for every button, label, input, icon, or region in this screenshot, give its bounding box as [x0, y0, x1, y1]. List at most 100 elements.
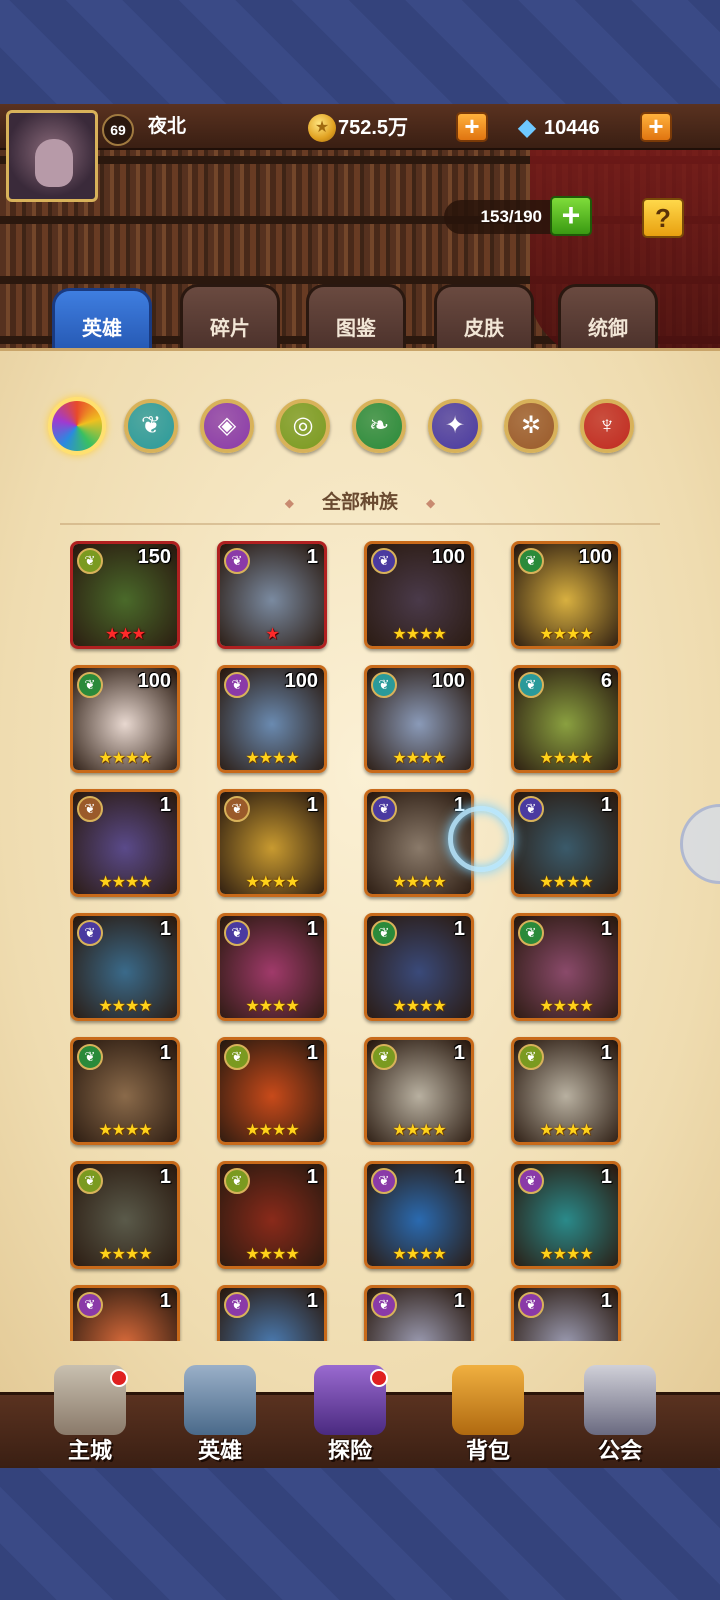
- hero-card[interactable]: ❦ 1 ★★★★: [217, 1037, 327, 1145]
- hero-card[interactable]: ❦ 1 ★★★★: [217, 1161, 327, 1269]
- hero-stars: ★★★★: [539, 1246, 593, 1263]
- hero-level: 1: [306, 546, 318, 568]
- tab-2[interactable]: 图鉴: [306, 284, 406, 358]
- hero-card[interactable]: ❦ 1 ★★★★: [364, 1037, 474, 1145]
- hero-level: 1: [600, 794, 612, 816]
- hero-stars: ★★★★: [98, 750, 152, 767]
- hero-card[interactable]: ❦ 1 ★★★★: [511, 1037, 621, 1145]
- notification-dot: [370, 1369, 388, 1387]
- all-factions-icon[interactable]: [48, 397, 106, 455]
- mystic-faction-icon: ❦: [224, 672, 250, 698]
- hero-card[interactable]: ❦ 1 ★★★★: [70, 913, 180, 1021]
- hero-stars: ★★★★: [539, 998, 593, 1015]
- abyss-faction-icon: ❦: [224, 920, 250, 946]
- hero-level: 150: [137, 546, 171, 568]
- hero-stars: ★★★★: [245, 1122, 299, 1139]
- hero-card[interactable]: ❦ 6 ★★★★: [511, 665, 621, 773]
- hero-level: 100: [431, 670, 465, 692]
- shadow-faction-icon: ❦: [224, 1044, 250, 1070]
- fortress-faction-icon[interactable]: ❧: [352, 399, 406, 453]
- hero-level: 100: [137, 670, 171, 692]
- hero-card[interactable]: ❦ 150 ★★★: [70, 541, 180, 649]
- help-button[interactable]: ?: [642, 198, 684, 238]
- hero-card[interactable]: ❦ 100 ★★★★: [217, 665, 327, 773]
- hero-level: 100: [284, 670, 318, 692]
- hero-level: 1: [453, 1042, 465, 1064]
- abyss-faction-icon: ❦: [371, 796, 397, 822]
- nav-backpack[interactable]: 背包: [428, 1365, 548, 1468]
- abyss-faction-icon: ❦: [518, 796, 544, 822]
- hero-card[interactable]: ❦ 100 ★★★★: [364, 665, 474, 773]
- gold-amount: 752.5万: [338, 117, 409, 139]
- hero-card[interactable]: ❦ 1 ★★★★: [217, 789, 327, 897]
- hero-level: 1: [600, 918, 612, 940]
- hero-level: 1: [306, 918, 318, 940]
- hero-card[interactable]: ❦ 1 ★★★★: [511, 789, 621, 897]
- tab-3[interactable]: 皮肤: [434, 284, 534, 358]
- hero-card[interactable]: ❦ 1: [364, 1285, 474, 1341]
- nav-guild-tower[interactable]: 公会: [560, 1365, 680, 1468]
- divider: [60, 523, 660, 525]
- shadow-faction-icon: ❦: [518, 1044, 544, 1070]
- hero-card[interactable]: ❦ 1: [70, 1285, 180, 1341]
- hero-card[interactable]: ❦ 100 ★★★★: [511, 541, 621, 649]
- dark-faction-icon[interactable]: ♆: [580, 399, 634, 453]
- mystic-faction-icon: ❦: [224, 1292, 250, 1318]
- hero-stars: ★★★★: [245, 1246, 299, 1263]
- nav-hero[interactable]: 英雄: [160, 1365, 280, 1468]
- hero-card[interactable]: ❦ 1 ★★★★: [511, 1161, 621, 1269]
- hero-level: 1: [306, 1042, 318, 1064]
- hero-card[interactable]: ❦ 1: [217, 1285, 327, 1341]
- hero-stars: ★★★: [104, 626, 146, 643]
- nav-label: 主城: [67, 1438, 112, 1463]
- hero-card[interactable]: ❦ 1: [511, 1285, 621, 1341]
- hero-card[interactable]: ❦ 1 ★★★★: [364, 913, 474, 1021]
- add-gold-button[interactable]: +: [456, 112, 488, 142]
- expand-capacity-button[interactable]: +: [550, 196, 592, 236]
- hero-card[interactable]: ❦ 1 ★★★★: [364, 1161, 474, 1269]
- hero-card[interactable]: ❦ 1 ★★★★: [70, 789, 180, 897]
- abyss-faction-icon: ❦: [77, 920, 103, 946]
- hero-level: 1: [159, 794, 171, 816]
- shadow-faction-icon[interactable]: ◎: [276, 399, 330, 453]
- forest-faction-icon[interactable]: ❦: [124, 399, 178, 453]
- light-faction-icon: ❦: [77, 796, 103, 822]
- hero-card[interactable]: ❦ 100 ★★★★: [70, 665, 180, 773]
- light-faction-icon[interactable]: ✲: [504, 399, 558, 453]
- mystic-faction-icon: ❦: [518, 1292, 544, 1318]
- mystic-faction-icon: ❦: [224, 548, 250, 574]
- faction-filter: ❦ ◈ ◎ ❧ ✦ ✲ ♆: [48, 397, 678, 459]
- hero-card[interactable]: ❦ 1 ★★★★: [70, 1161, 180, 1269]
- notification-dot: [110, 1369, 128, 1387]
- backpack-icon: [452, 1365, 524, 1435]
- hero-card[interactable]: ❦ 100 ★★★★: [364, 541, 474, 649]
- nav-portal[interactable]: 探险: [290, 1365, 410, 1468]
- tap-indicator: [448, 806, 514, 872]
- hero-level: 1: [306, 794, 318, 816]
- player-avatar[interactable]: [6, 110, 98, 202]
- hero-card[interactable]: ❦ 1 ★: [217, 541, 327, 649]
- hero-level: 1: [600, 1166, 612, 1188]
- shadow-faction-icon: ❦: [77, 1168, 103, 1194]
- tab-1[interactable]: 碎片: [180, 284, 280, 358]
- tab-4[interactable]: 统御: [558, 284, 658, 358]
- hero-stars: ★★★★: [245, 998, 299, 1015]
- hero-card[interactable]: ❦ 1 ★★★★: [511, 913, 621, 1021]
- nav-label: 背包: [465, 1438, 510, 1463]
- hero-level: 1: [453, 918, 465, 940]
- add-gems-button[interactable]: +: [640, 112, 672, 142]
- hero-level: 1: [306, 1290, 318, 1312]
- hero-stars: ★★★★: [392, 874, 446, 891]
- hero-level: 6: [600, 670, 612, 692]
- race-filter-label[interactable]: ◆ 全部种族 ◆: [0, 487, 720, 514]
- abyss-faction-icon[interactable]: ✦: [428, 399, 482, 453]
- hero-card[interactable]: ❦ 1 ★★★★: [217, 913, 327, 1021]
- nav-castle[interactable]: 主城: [30, 1365, 150, 1468]
- mystic-faction-icon[interactable]: ◈: [200, 399, 254, 453]
- hero-stars: ★★★★: [98, 998, 152, 1015]
- hero-list-panel: ❦ ◈ ◎ ❧ ✦ ✲ ♆ ◆ 全部种族 ◆ ❦ 150 ★★★ ❦ 1 ★ ❦ 100 ★★★★ ❦ 100 ★★★…: [0, 348, 720, 1393]
- game-screen: 夜北 ★ 752.5万 + ◆ 10446 + 69 153/190 + ? 英…: [0, 104, 720, 1468]
- hero-stars: ★★★★: [539, 874, 593, 891]
- hero-card[interactable]: ❦ 1 ★★★★: [70, 1037, 180, 1145]
- bottom-navigation: 主城 英雄 探险 背包 公会: [0, 1365, 720, 1468]
